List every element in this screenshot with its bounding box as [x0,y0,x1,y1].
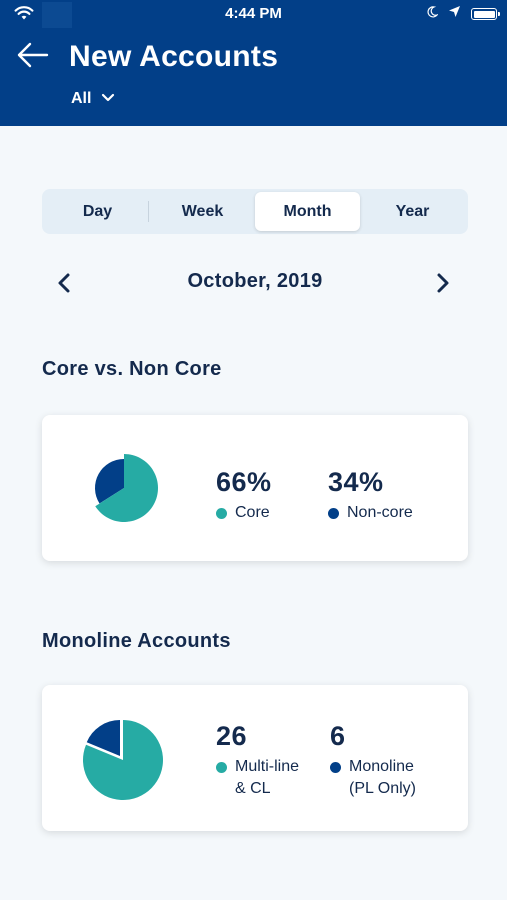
status-bar: 4:44 PM [0,0,507,28]
legend-dot [216,762,227,773]
core-pie-chart [94,454,158,522]
core-value: 66% [216,467,272,497]
monoline-label: Monoline (PL Only) [349,756,416,800]
section-title-monoline: Monoline Accounts [42,630,231,652]
filter-label: All [71,90,92,107]
core-label: Core [235,504,270,521]
date-navigator: October, 2019 [42,266,468,302]
monoline-stat: 6 Monoline (PL Only) [330,721,416,800]
legend-dot [216,508,227,519]
filter-dropdown[interactable]: All [71,90,115,108]
monoline-label-line-2: (PL Only) [349,780,416,797]
multi-line-label: Multi-line & CL [235,756,299,800]
non-core-stat: 34% Non-core [328,467,413,524]
multi-line-value: 26 [216,721,248,751]
app-header: 4:44 PM New Accounts All [0,0,507,126]
monoline-pie-chart [82,720,163,800]
multi-line-stat: 26 Multi-line & CL [216,721,299,800]
multi-line-legend: Multi-line & CL [216,756,299,800]
chevron-right-icon [436,272,450,299]
chevron-down-icon [101,90,115,108]
monoline-card: 26 Multi-line & CL 6 Monoline (PL Only) [42,685,468,831]
non-core-legend: Non-core [328,502,413,524]
date-label: October, 2019 [187,270,323,292]
legend-dot [328,508,339,519]
monoline-legend: Monoline (PL Only) [330,756,416,800]
core-legend: Core [216,502,272,524]
next-month-button[interactable] [428,270,458,300]
status-right [426,5,500,23]
location-arrow-icon [448,5,461,23]
legend-dot [330,762,341,773]
arrow-left-icon [16,42,50,74]
tab-month[interactable]: Month [255,192,360,231]
non-core-value: 34% [328,467,384,497]
section-title-core: Core vs. Non Core [42,358,222,380]
multi-line-label-line-1: Multi-line [235,758,300,775]
tab-day[interactable]: Day [45,192,150,231]
tab-divider [148,201,149,222]
page-title: New Accounts [69,40,279,73]
moon-icon [426,5,439,23]
tab-year[interactable]: Year [360,192,465,231]
non-core-label: Non-core [347,504,413,521]
period-segmented-control: Day Week Month Year [42,189,468,234]
tab-week[interactable]: Week [150,192,255,231]
core-card: 66% Core 34% Non-core [42,415,468,561]
monoline-value: 6 [330,721,346,751]
core-stat: 66% Core [216,467,272,524]
multi-line-label-line-2: & CL [235,780,271,797]
back-button[interactable] [16,40,52,70]
battery-icon [471,8,500,20]
monoline-label-line-1: Monoline [349,758,414,775]
